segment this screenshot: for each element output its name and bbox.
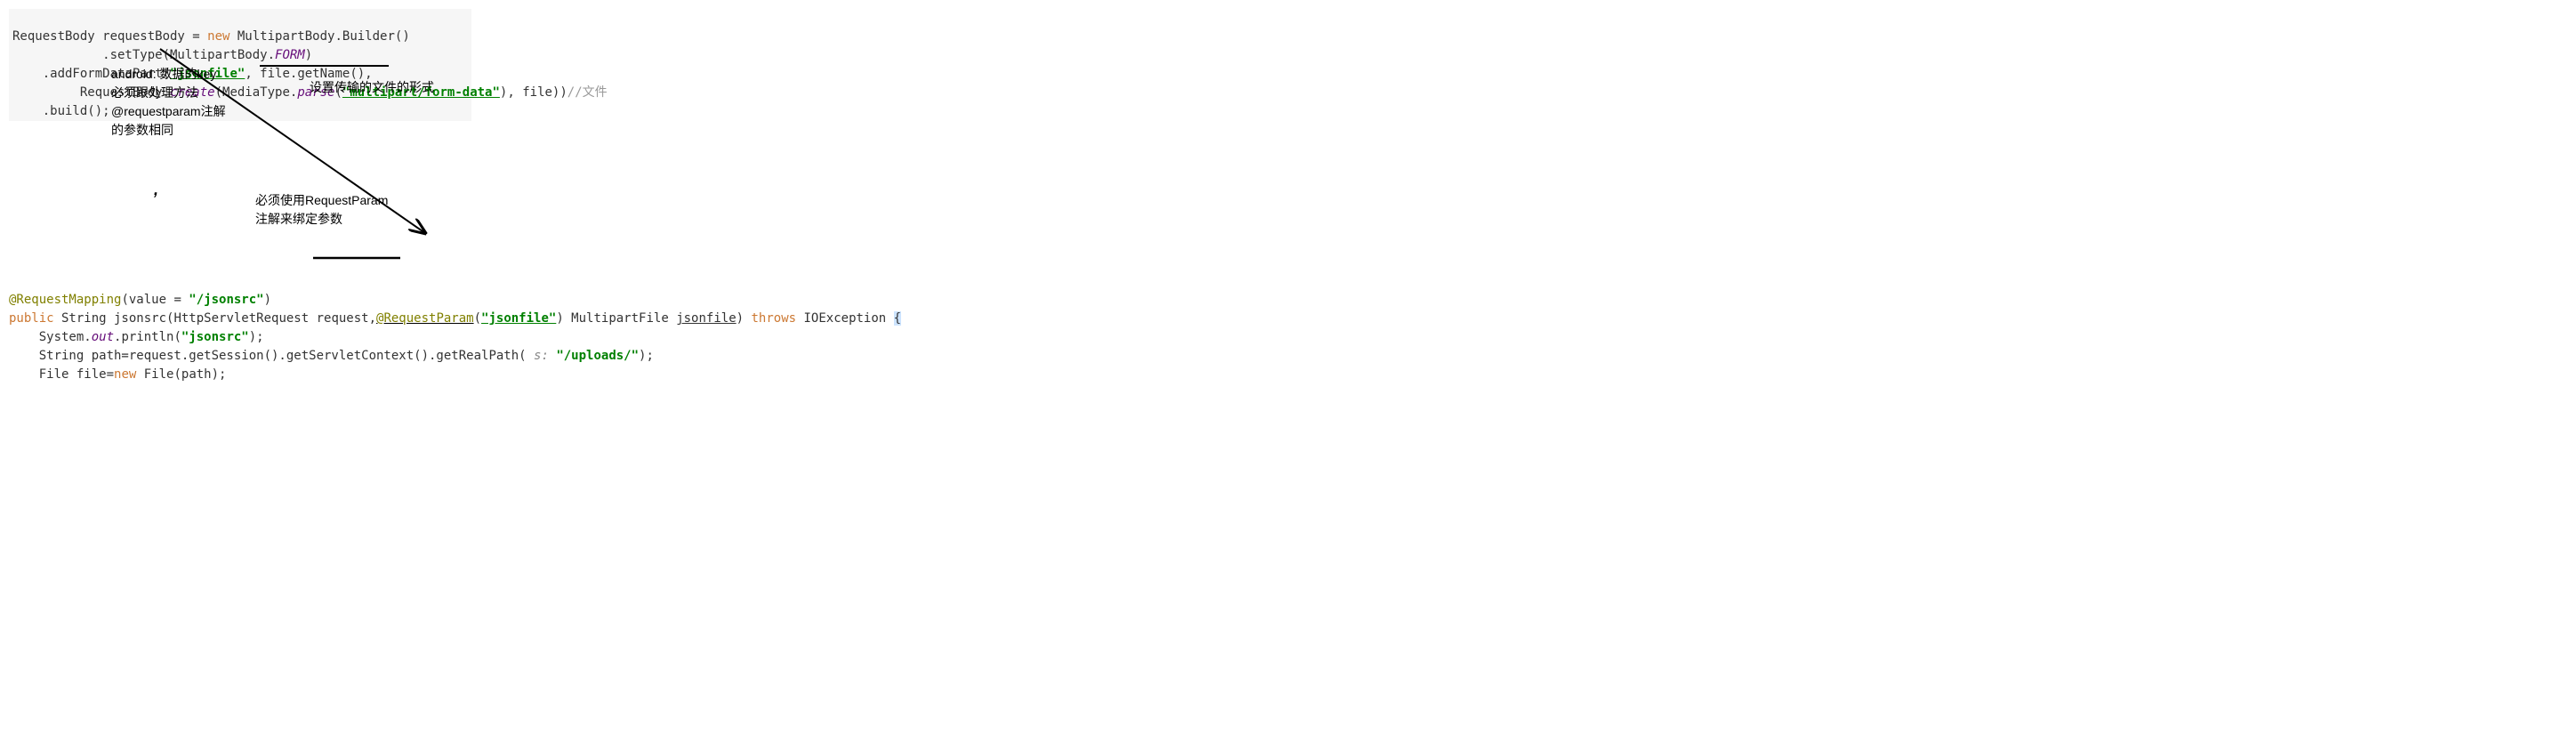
code-line: RequestBody requestBody = new MultipartB… bbox=[12, 29, 410, 44]
code-line: String path=request.getSession().getServ… bbox=[9, 349, 654, 363]
code-line: System.out.println("jsonsrc"); bbox=[9, 330, 264, 344]
android-code-snippet: RequestBody requestBody = new MultipartB… bbox=[9, 9, 471, 121]
code-line: public String jsonsrc(HttpServletRequest… bbox=[9, 311, 901, 326]
annotation-android-key: android: 数据的key 必须跟处理方法 @requestparam注解 … bbox=[111, 65, 226, 140]
code-line: File file=new File(path); bbox=[9, 367, 226, 382]
hand-mark: , bbox=[154, 178, 158, 202]
annotation-requestparam: 必须使用RequestParam 注解来绑定参数 bbox=[255, 191, 388, 229]
code-line: .setType(MultipartBody.FORM) bbox=[12, 48, 312, 62]
server-code-snippet: @RequestMapping(value = "/jsonsrc") publ… bbox=[9, 272, 2576, 384]
code-line: .build(); bbox=[12, 104, 110, 118]
code-line: @RequestMapping(value = "/jsonsrc") bbox=[9, 293, 271, 307]
annotation-form-type: 设置传输的文件的形式 bbox=[310, 78, 434, 97]
